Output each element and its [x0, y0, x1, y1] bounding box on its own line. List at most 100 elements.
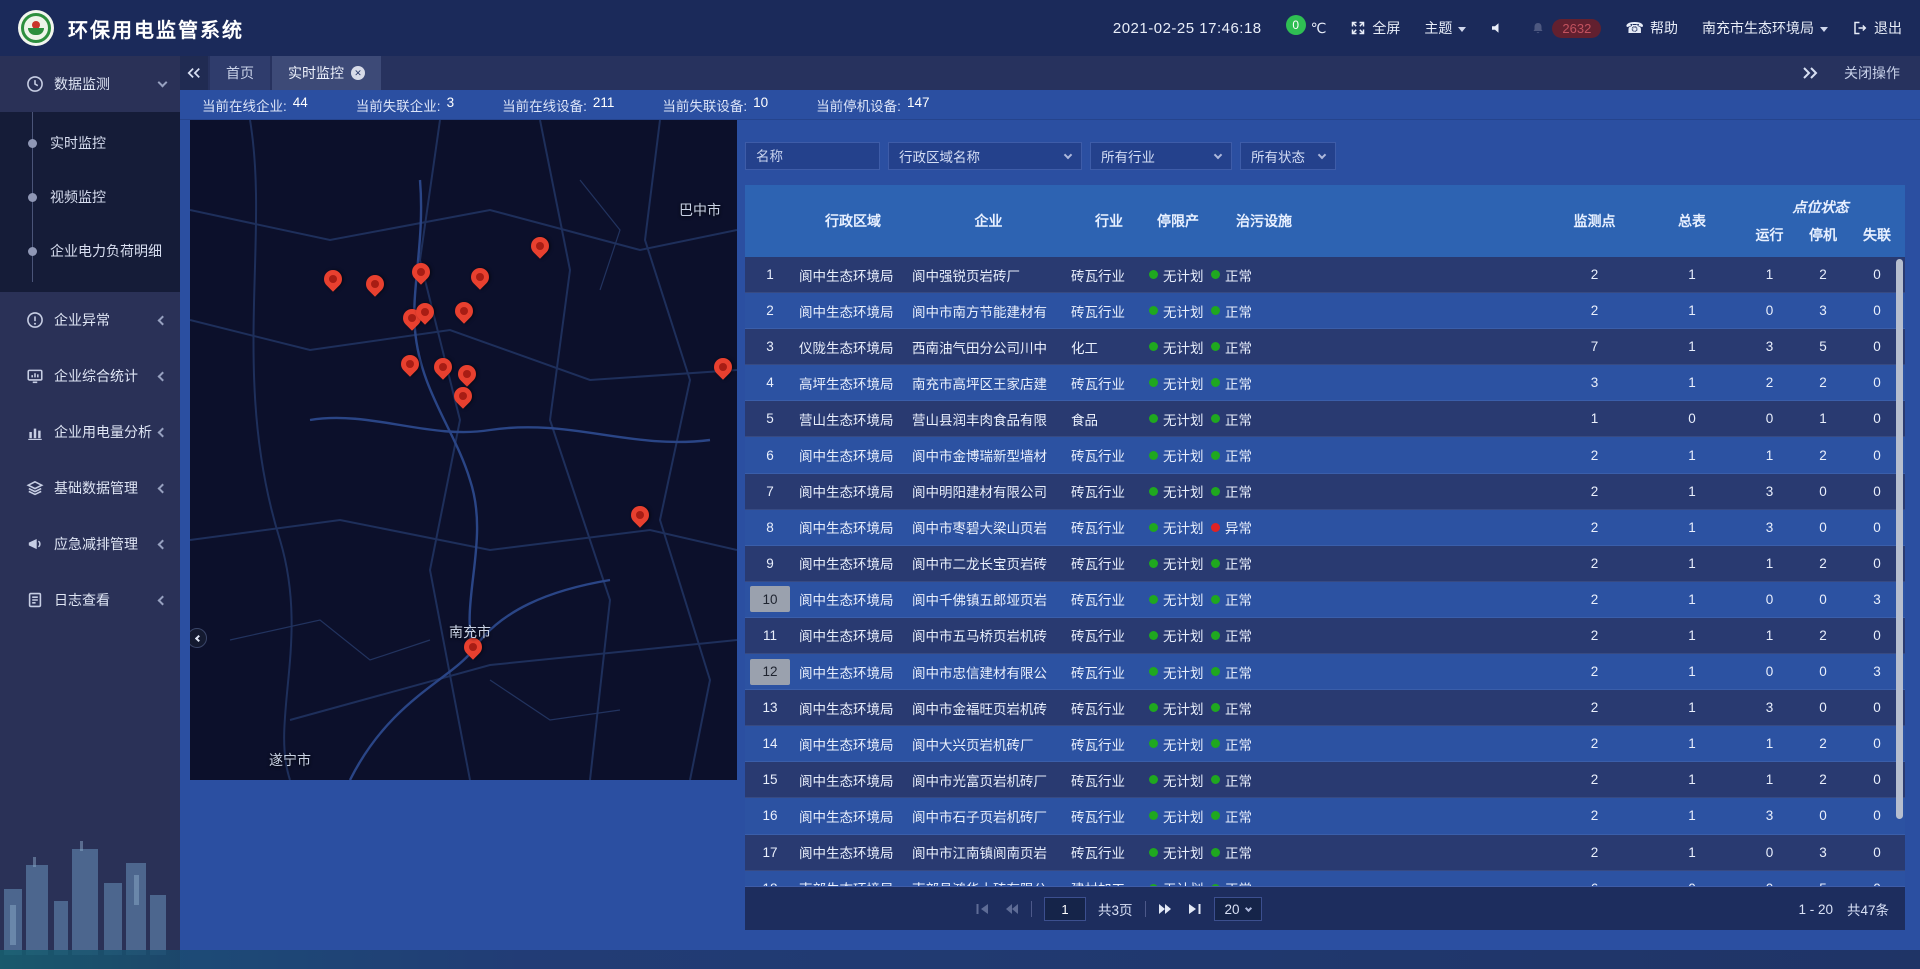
- next-page-button[interactable]: [1158, 902, 1174, 916]
- fullscreen-button[interactable]: 全屏: [1350, 18, 1400, 38]
- status-dot-icon: [1211, 559, 1220, 568]
- industry-select[interactable]: 所有行业: [1090, 142, 1232, 170]
- cell-total-meter: 1: [1642, 365, 1742, 400]
- help-button[interactable]: ☎ 帮助: [1625, 18, 1678, 38]
- map-marker-core: [415, 266, 426, 277]
- table-row[interactable]: 7阆中生态环境局阆中明阳建材有限公司砖瓦行业无计划正常21300: [745, 474, 1905, 510]
- cell-monitor-points: 2: [1547, 257, 1642, 292]
- cell-company: 阆中明阳建材有限公司: [907, 474, 1065, 509]
- sidebar-item-realtime-monitoring[interactable]: 实时监控: [0, 116, 180, 170]
- row-index: 15: [750, 767, 790, 793]
- sidebar-item-power-load-detail[interactable]: 企业电力负荷明细: [0, 224, 180, 278]
- cell-treatment-status: 正常: [1209, 654, 1319, 689]
- table-scrollbar-thumb[interactable]: [1896, 259, 1903, 819]
- header-actions: 2021-02-25 17:46:18 0 ℃ 全屏 主题 2632 ☎ 帮助: [1113, 18, 1902, 38]
- cell-running: 1: [1742, 437, 1797, 472]
- table-row[interactable]: 12阆中生态环境局阆中市忠信建材有限公砖瓦行业无计划正常21003: [745, 654, 1905, 690]
- cell-company: 阆中市金博瑞新型墙材: [907, 437, 1065, 472]
- theme-dropdown[interactable]: 主题: [1424, 18, 1466, 38]
- cell-running: 0: [1742, 293, 1797, 328]
- treatment-status-text: 正常: [1225, 445, 1252, 465]
- cell-industry: 食品: [1065, 401, 1147, 436]
- sidebar-item-power-usage-analysis[interactable]: 企业用电量分析: [0, 404, 180, 460]
- region-select[interactable]: 行政区域名称: [888, 142, 1082, 170]
- temperature-badge: 0: [1286, 15, 1306, 35]
- status-select[interactable]: 所有状态: [1240, 142, 1336, 170]
- sidebar-item-log-view[interactable]: 日志查看: [0, 572, 180, 628]
- cell-stop-status: 无计划: [1147, 762, 1209, 797]
- cell-running: 1: [1742, 762, 1797, 797]
- close-operations-button[interactable]: 关闭操作: [1844, 63, 1900, 83]
- cell-region: 阆中生态环境局: [795, 798, 907, 833]
- status-dot-icon: [1211, 667, 1220, 676]
- layers-icon: [26, 479, 44, 497]
- org-dropdown[interactable]: 南充市生态环境局: [1702, 18, 1828, 38]
- status-dot-icon: [1149, 811, 1158, 820]
- stat-label: 当前停机设备:: [816, 95, 901, 115]
- cell-halted: 0: [1797, 654, 1849, 689]
- table-row[interactable]: 8阆中生态环境局阆中市枣碧大梁山页岩砖瓦行业无计划异常21300: [745, 510, 1905, 546]
- sound-toggle-button[interactable]: [1490, 20, 1506, 36]
- status-dot-icon: [1211, 631, 1220, 640]
- cell-region: 阆中生态环境局: [795, 510, 907, 545]
- table-row[interactable]: 4高坪生态环境局南充市高坪区王家店建砖瓦行业无计划正常31220: [745, 365, 1905, 401]
- status-dot-icon: [1149, 703, 1158, 712]
- cell-total-meter: 1: [1642, 690, 1742, 725]
- table-row[interactable]: 10阆中生态环境局阆中千佛镇五郎垭页岩砖瓦行业无计划正常21003: [745, 582, 1905, 618]
- table-row[interactable]: 1阆中生态环境局阆中强锐页岩砖厂砖瓦行业无计划正常21120: [745, 257, 1905, 293]
- cell-region: 阆中生态环境局: [795, 474, 907, 509]
- table-row[interactable]: 16阆中生态环境局阆中市石子页岩机砖厂砖瓦行业无计划正常21300: [745, 798, 1905, 834]
- cell-company: 阆中大兴页岩机砖厂: [907, 726, 1065, 761]
- cell-company: 阆中强锐页岩砖厂: [907, 257, 1065, 292]
- cell-treatment-status: 正常: [1209, 618, 1319, 653]
- map-canvas[interactable]: 巴中市南充市遂宁市: [190, 120, 737, 780]
- row-index-cell: 11: [745, 618, 795, 653]
- status-dot-icon: [1211, 775, 1220, 784]
- page-size-select[interactable]: 20: [1214, 897, 1262, 921]
- cell-region: 阆中生态环境局: [795, 835, 907, 870]
- double-chevron-right-icon[interactable]: [1802, 67, 1818, 79]
- tabs-scroll-left-button[interactable]: [180, 56, 208, 90]
- cell-halted: 3: [1797, 293, 1849, 328]
- cell-treatment-status: 正常: [1209, 726, 1319, 761]
- table-row[interactable]: 15阆中生态环境局阆中市光富页岩机砖厂砖瓦行业无计划正常21120: [745, 762, 1905, 798]
- table-row[interactable]: 2阆中生态环境局阆中市南方节能建材有砖瓦行业无计划正常21030: [745, 293, 1905, 329]
- table-row[interactable]: 13阆中生态环境局阆中市金福旺页岩机砖砖瓦行业无计划正常21300: [745, 690, 1905, 726]
- sidebar-item-emergency-reduction[interactable]: 应急减排管理: [0, 516, 180, 572]
- table-row[interactable]: 9阆中生态环境局阆中市二龙长宝页岩砖砖瓦行业无计划正常21120: [745, 546, 1905, 582]
- cell-total-meter: 1: [1642, 329, 1742, 364]
- pagination-controls: 共3页 20: [975, 887, 1262, 930]
- sidebar-item-base-data-management[interactable]: 基础数据管理: [0, 460, 180, 516]
- cell-monitor-points: 2: [1547, 293, 1642, 328]
- page-number-input[interactable]: [1044, 897, 1086, 921]
- last-page-button[interactable]: [1186, 902, 1202, 916]
- table-row[interactable]: 5营山生态环境局营山县润丰肉食品有限食品无计划正常10010: [745, 401, 1905, 437]
- table-row[interactable]: 3仪陇生态环境局西南油气田分公司川中化工无计划正常71350: [745, 329, 1905, 365]
- sidebar-item-video-monitoring[interactable]: 视频监控: [0, 170, 180, 224]
- sidebar-item-data-monitoring[interactable]: 数据监测: [0, 56, 180, 112]
- cell-industry: 砖瓦行业: [1065, 510, 1147, 545]
- caret-down-icon: [1458, 27, 1466, 32]
- table-row[interactable]: 11阆中生态环境局阆中市五马桥页岩机砖砖瓦行业无计划正常21120: [745, 618, 1905, 654]
- sidebar-item-enterprise-statistics[interactable]: 企业综合统计: [0, 348, 180, 404]
- sidebar-item-enterprise-abnormal[interactable]: 企业异常: [0, 292, 180, 348]
- tab-home[interactable]: 首页: [210, 56, 270, 90]
- table-row[interactable]: 14阆中生态环境局阆中大兴页岩机砖厂砖瓦行业无计划正常21120: [745, 726, 1905, 762]
- name-search-input[interactable]: [745, 142, 880, 170]
- stop-status-text: 无计划: [1163, 842, 1204, 862]
- table-row[interactable]: 17阆中生态环境局阆中市江南镇阆南页岩砖瓦行业无计划正常21030: [745, 835, 1905, 871]
- table-row[interactable]: 6阆中生态环境局阆中市金博瑞新型墙材砖瓦行业无计划正常21120: [745, 437, 1905, 473]
- sidebar-item-label: 日志查看: [54, 590, 159, 610]
- cell-halted: 0: [1797, 798, 1849, 833]
- treatment-status-text: 正常: [1225, 625, 1252, 645]
- logout-button[interactable]: 退出: [1852, 18, 1902, 38]
- tab-close-icon[interactable]: ✕: [351, 66, 365, 80]
- row-index-cell: 8: [745, 510, 795, 545]
- header-running: 运行: [1742, 225, 1797, 245]
- map-marker-core: [437, 361, 448, 372]
- first-page-button[interactable]: [975, 902, 991, 916]
- map-city-label: 巴中市: [679, 200, 721, 220]
- prev-page-button[interactable]: [1003, 902, 1019, 916]
- notifications-button[interactable]: 2632: [1530, 19, 1601, 38]
- tab-realtime-monitoring[interactable]: 实时监控 ✕: [272, 56, 381, 90]
